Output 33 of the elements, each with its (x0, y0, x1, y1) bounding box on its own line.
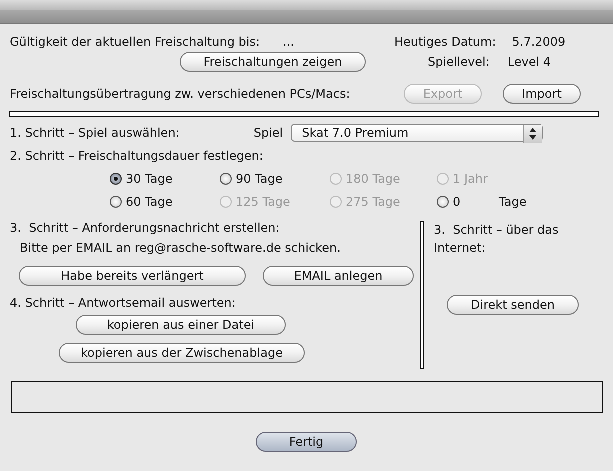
game-label: Spiel (254, 126, 284, 140)
send-button[interactable]: Direkt senden (447, 295, 579, 315)
step3-button[interactable]: Habe bereits verlängert (19, 266, 246, 286)
radio-button[interactable] (220, 172, 232, 184)
transfer-label: Freischaltungsübertragung zw. verschiedenen PCs/Macs: (10, 87, 350, 101)
radio-label[interactable]: 30 Tage (126, 172, 173, 186)
radio-label[interactable]: 0 (453, 194, 461, 208)
copy-button[interactable]: kopieren aus einer Datei (76, 315, 286, 335)
game-select[interactable]: Skat 7.0 Premium (291, 124, 544, 142)
validity-value: ... (283, 35, 294, 49)
unit-label: Tage (499, 194, 528, 208)
radio-button[interactable] (110, 172, 122, 184)
step-label: 3. Schritt – über das Internet: (434, 222, 560, 257)
radio-button[interactable] (437, 196, 449, 208)
level-value: Level 4 (508, 55, 551, 69)
radio-label[interactable]: 90 Tage (236, 172, 283, 186)
validity-label: Gültigkeit der aktuellen Freischaltung bis: (10, 35, 260, 49)
transfer-button[interactable]: Import (503, 84, 581, 104)
step-label: 4. Schritt – Antwortsemail auswerten: (10, 296, 237, 310)
date-value: 5.7.2009 (512, 35, 566, 49)
step-label: 2. Schritt – Freischaltungsdauer festlegen: (10, 149, 264, 163)
date-label: Heutiges Datum: (394, 35, 496, 49)
copy-button[interactable]: kopieren aus der Zwischenablage (59, 343, 305, 363)
level-label: Spiellevel: (428, 55, 490, 69)
instruction-text: Bitte per EMAIL an reg@rasche-software.de schicken. (20, 241, 342, 255)
step-label: 1. Schritt – Spiel auswählen: (10, 126, 180, 140)
stepper-icon (523, 125, 542, 143)
radio-label[interactable]: 60 Tage (126, 194, 173, 208)
done-button[interactable]: Fertig (256, 432, 357, 452)
step3-button[interactable]: EMAIL anlegen (263, 266, 414, 286)
radio-button[interactable] (110, 196, 122, 208)
step-label: 3. Schritt – Anforderungsnachricht erstellen: (10, 221, 281, 235)
show-activations-button[interactable]: Freischaltungen zeigen (180, 52, 366, 72)
